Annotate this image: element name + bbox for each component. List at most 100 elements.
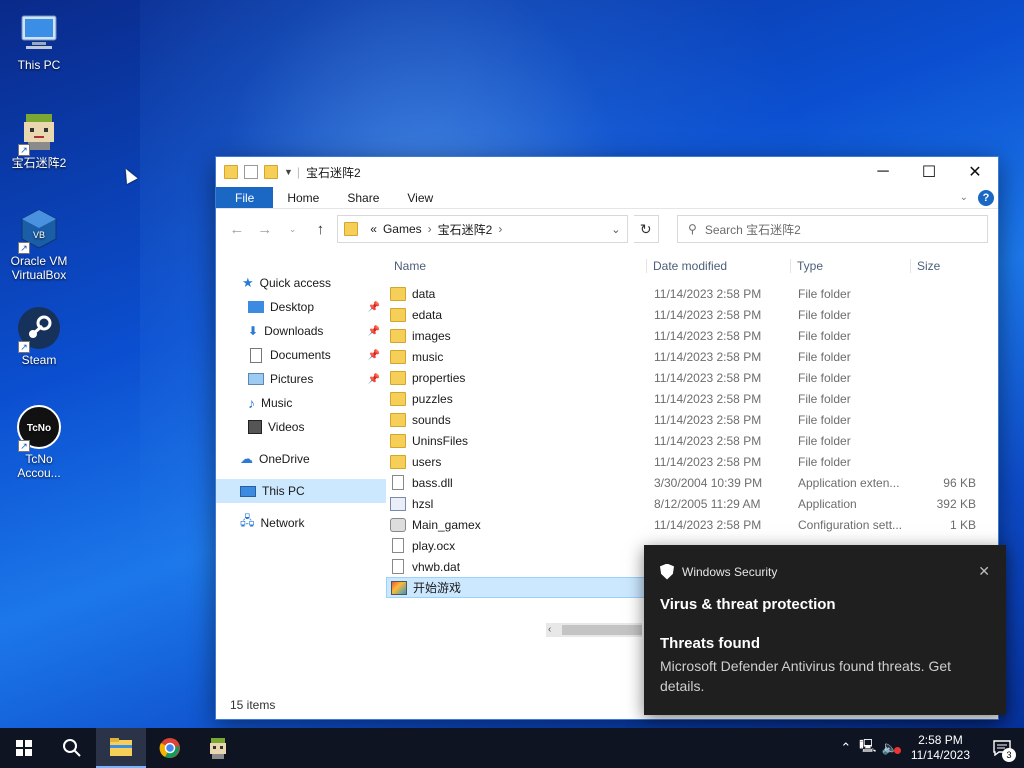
shield-icon xyxy=(660,563,674,580)
breadcrumb-games[interactable]: Games xyxy=(383,222,422,236)
maximize-button[interactable]: ☐ xyxy=(906,157,952,187)
desktop-icon-tcno[interactable]: TcNo ↗ TcNo Accou... xyxy=(6,404,72,480)
scrollbar-thumb[interactable] xyxy=(562,625,642,635)
properties-icon[interactable] xyxy=(244,165,258,179)
customize-quick-access-icon[interactable]: ▼ xyxy=(284,167,293,177)
nav-videos[interactable]: Videos xyxy=(216,415,386,439)
nav-label: Quick access xyxy=(259,276,332,290)
desktop-icon-game[interactable]: ↗ 宝石迷阵2 xyxy=(6,108,72,170)
volume-muted-icon[interactable]: 🔈 xyxy=(879,740,901,756)
tab-view[interactable]: View xyxy=(393,187,447,208)
table-row[interactable]: properties 11/14/2023 2:58 PM File folder xyxy=(386,367,998,388)
nav-network[interactable]: 🖧 Network xyxy=(216,511,386,535)
desktop-icon-label: Steam xyxy=(21,353,57,367)
taskbar: ⌃ 🖳 🔈 2:58 PM 11/14/2023 3 xyxy=(0,728,1024,768)
file-name: edata xyxy=(412,307,443,322)
action-center-button[interactable]: 3 xyxy=(980,728,1024,768)
file-name: UninsFiles xyxy=(412,433,469,448)
breadcrumb-current[interactable]: 宝石迷阵2 xyxy=(438,221,493,238)
horizontal-scrollbar[interactable]: ‹ xyxy=(546,623,642,637)
file-name-cell: UninsFiles xyxy=(386,433,646,448)
desktop-icon-virtualbox[interactable]: VB ↗ Oracle VM VirtualBox xyxy=(6,206,72,282)
folder-icon xyxy=(224,165,238,179)
nav-quick-access[interactable]: ★ Quick access xyxy=(216,271,386,295)
nav-downloads[interactable]: ⬇ Downloads 📌 xyxy=(216,319,386,343)
notification-heading: Threats found xyxy=(660,635,760,652)
pictures-icon xyxy=(248,373,264,385)
address-dropdown-icon[interactable]: ⌄ xyxy=(611,223,620,236)
minimize-button[interactable]: ─ xyxy=(860,157,906,187)
refresh-button[interactable]: ↻ xyxy=(633,215,660,243)
taskbar-game[interactable] xyxy=(194,728,242,768)
help-icon[interactable]: ? xyxy=(978,189,994,206)
table-row[interactable]: edata 11/14/2023 2:58 PM File folder xyxy=(386,304,998,325)
recent-locations-icon[interactable]: ⌄ xyxy=(282,224,304,235)
tab-home[interactable]: Home xyxy=(273,187,333,208)
column-type[interactable]: Type xyxy=(790,259,910,273)
file-name-cell: vhwb.dat xyxy=(386,559,646,574)
clock[interactable]: 2:58 PM 11/14/2023 xyxy=(901,733,980,763)
file-name-cell: images xyxy=(386,328,646,343)
table-row[interactable]: data 11/14/2023 2:58 PM File folder xyxy=(386,283,998,304)
back-button[interactable]: ← xyxy=(226,221,248,238)
show-hidden-icons-icon[interactable]: ⌃ xyxy=(835,740,857,756)
search-icon: ⚲ xyxy=(688,222,697,236)
desktop-icon-label: TcNo Accou... xyxy=(17,452,61,480)
file-size: 96 KB xyxy=(943,475,976,490)
table-row[interactable]: UninsFiles 11/14/2023 2:58 PM File folder xyxy=(386,430,998,451)
table-row[interactable]: bass.dll 3/30/2004 10:39 PM Application ex… xyxy=(386,472,998,493)
column-name[interactable]: Name xyxy=(386,259,646,273)
folder-icon xyxy=(390,370,406,385)
desktop-icon-this-pc[interactable]: This PC xyxy=(6,10,72,72)
nav-label: Downloads xyxy=(264,324,324,338)
expand-ribbon-icon[interactable]: ⌄ xyxy=(960,192,968,203)
tab-file[interactable]: File xyxy=(216,187,274,208)
file-date: 11/14/2023 2:58 PM xyxy=(654,328,762,343)
table-row[interactable]: music 11/14/2023 2:58 PM File folder xyxy=(386,346,998,367)
nav-music[interactable]: ♪ Music xyxy=(216,391,386,415)
table-row[interactable]: users 11/14/2023 2:58 PM File folder xyxy=(386,451,998,472)
table-row[interactable]: images 11/14/2023 2:58 PM File folder xyxy=(386,325,998,346)
system-tray: ⌃ 🖳 🔈 2:58 PM 11/14/2023 3 xyxy=(835,728,1024,768)
table-row[interactable]: Main_gamex 11/14/2023 2:58 PM Configuratio… xyxy=(386,514,998,535)
shortcut-arrow-icon: ↗ xyxy=(18,242,30,254)
new-folder-icon[interactable] xyxy=(264,165,278,179)
breadcrumb-separator-icon[interactable]: › xyxy=(498,222,502,236)
table-row[interactable]: puzzles 11/14/2023 2:58 PM File folder xyxy=(386,388,998,409)
download-icon: ⬇ xyxy=(248,324,259,338)
file-type: File folder xyxy=(798,433,851,448)
pin-icon: 📌 xyxy=(367,325,380,337)
up-button[interactable]: ↑ xyxy=(309,221,331,238)
taskbar-chrome[interactable] xyxy=(146,728,194,768)
title-bar[interactable]: ▼ | 宝石迷阵2 ─ ☐ ✕ xyxy=(216,157,998,187)
close-icon[interactable]: ✕ xyxy=(978,563,990,580)
search-button[interactable] xyxy=(48,728,96,768)
desktop-icon-steam[interactable]: ↗ Steam xyxy=(6,305,72,367)
forward-button[interactable]: → xyxy=(254,221,276,238)
column-size[interactable]: Size xyxy=(910,259,986,273)
nav-onedrive[interactable]: ☁ OneDrive xyxy=(216,447,386,471)
search-input[interactable]: ⚲ Search 宝石迷阵2 xyxy=(677,215,988,243)
address-bar[interactable]: « Games › 宝石迷阵2 › ⌄ xyxy=(337,215,628,243)
close-button[interactable]: ✕ xyxy=(952,157,998,187)
game-icon xyxy=(391,580,407,595)
file-type: Application xyxy=(798,496,857,511)
breadcrumb-separator-icon[interactable]: › xyxy=(428,222,432,236)
network-icon[interactable]: 🖳 xyxy=(857,737,879,759)
nav-pictures[interactable]: Pictures 📌 xyxy=(216,367,386,391)
tab-share[interactable]: Share xyxy=(333,187,393,208)
taskbar-file-explorer[interactable] xyxy=(96,728,146,768)
nav-documents[interactable]: Documents 📌 xyxy=(216,343,386,367)
start-button[interactable] xyxy=(0,728,48,768)
clock-date: 11/14/2023 xyxy=(910,748,970,762)
scroll-left-icon[interactable]: ‹ xyxy=(548,623,551,637)
breadcrumb-overflow[interactable]: « xyxy=(370,222,377,236)
file-date: 11/14/2023 2:58 PM xyxy=(654,454,762,469)
security-notification[interactable]: Windows Security ✕ Virus & threat protec… xyxy=(644,545,1006,715)
column-date[interactable]: Date modified xyxy=(646,259,790,273)
table-row[interactable]: sounds 11/14/2023 2:58 PM File folder xyxy=(386,409,998,430)
nav-this-pc[interactable]: This PC xyxy=(216,479,386,503)
table-row[interactable]: hzsl 8/12/2005 11:29 AM Application 392 KB xyxy=(386,493,998,514)
file-name: images xyxy=(412,328,451,343)
nav-desktop[interactable]: Desktop 📌 xyxy=(216,295,386,319)
